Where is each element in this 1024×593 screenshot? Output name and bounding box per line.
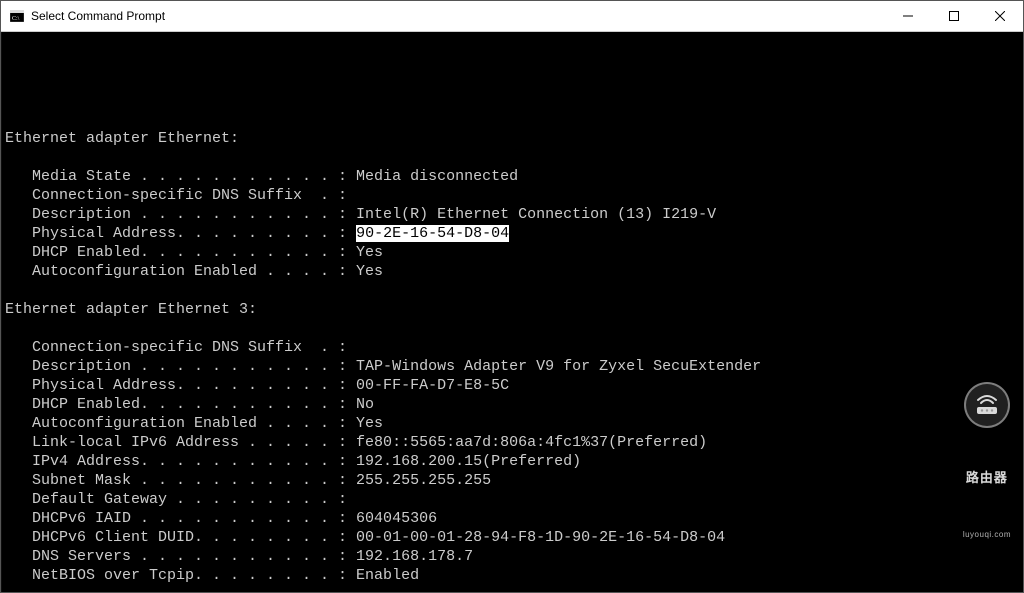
terminal-line: Physical Address. . . . . . . . . : 00-F… bbox=[5, 376, 1019, 395]
terminal-line: Ethernet adapter Ethernet: bbox=[5, 129, 1019, 148]
terminal-line: DHCP Enabled. . . . . . . . . . . : Yes bbox=[5, 243, 1019, 262]
terminal-line: Autoconfiguration Enabled . . . . : Yes bbox=[5, 414, 1019, 433]
close-button[interactable] bbox=[977, 1, 1023, 31]
svg-text:C:\: C:\ bbox=[12, 16, 20, 22]
terminal-line: Physical Address. . . . . . . . . : 90-2… bbox=[5, 224, 1019, 243]
maximize-button[interactable] bbox=[931, 1, 977, 31]
minimize-icon bbox=[903, 11, 913, 21]
terminal-line: DHCPv6 Client DUID. . . . . . . . : 00-0… bbox=[5, 528, 1019, 547]
terminal-line: Description . . . . . . . . . . . : TAP-… bbox=[5, 357, 1019, 376]
terminal-line bbox=[5, 585, 1019, 592]
terminal-line: IPv4 Address. . . . . . . . . . . : 192.… bbox=[5, 452, 1019, 471]
titlebar[interactable]: C:\ Select Command Prompt bbox=[1, 1, 1023, 32]
terminal-line: Description . . . . . . . . . . . : Inte… bbox=[5, 205, 1019, 224]
window-controls bbox=[885, 1, 1023, 31]
app-icon: C:\ bbox=[9, 8, 25, 24]
window-title: Select Command Prompt bbox=[31, 9, 885, 23]
terminal-line: Connection-specific DNS Suffix . : bbox=[5, 338, 1019, 357]
terminal-line: Connection-specific DNS Suffix . : bbox=[5, 186, 1019, 205]
terminal-line: Ethernet adapter Ethernet 3: bbox=[5, 300, 1019, 319]
terminal-line: DNS Servers . . . . . . . . . . . : 192.… bbox=[5, 547, 1019, 566]
terminal-line: Link-local IPv6 Address . . . . . : fe80… bbox=[5, 433, 1019, 452]
minimize-button[interactable] bbox=[885, 1, 931, 31]
terminal-output[interactable]: Ethernet adapter Ethernet: Media State .… bbox=[1, 32, 1023, 592]
terminal-line bbox=[5, 319, 1019, 338]
terminal-line: Media State . . . . . . . . . . . : Medi… bbox=[5, 167, 1019, 186]
terminal-line: Subnet Mask . . . . . . . . . . . : 255.… bbox=[5, 471, 1019, 490]
terminal-line bbox=[5, 148, 1019, 167]
maximize-icon bbox=[949, 11, 959, 21]
selected-text: 90-2E-16-54-D8-04 bbox=[356, 225, 509, 242]
terminal-line bbox=[5, 281, 1019, 300]
terminal-line: NetBIOS over Tcpip. . . . . . . . : Enab… bbox=[5, 566, 1019, 585]
terminal-line: DHCP Enabled. . . . . . . . . . . : No bbox=[5, 395, 1019, 414]
terminal-line: DHCPv6 IAID . . . . . . . . . . . : 6040… bbox=[5, 509, 1019, 528]
terminal-line: Default Gateway . . . . . . . . . : bbox=[5, 490, 1019, 509]
close-icon bbox=[995, 11, 1005, 21]
window-frame: C:\ Select Command Prompt Ethernet adapt… bbox=[0, 0, 1024, 593]
terminal-line: Autoconfiguration Enabled . . . . : Yes bbox=[5, 262, 1019, 281]
